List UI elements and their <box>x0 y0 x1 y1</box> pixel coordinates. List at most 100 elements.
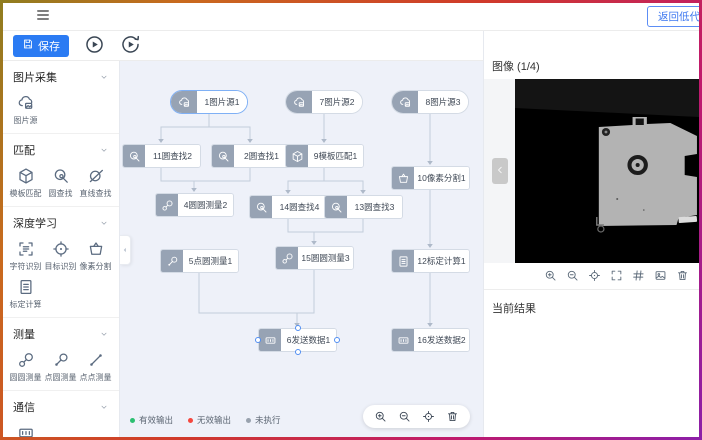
save-button[interactable]: 保存 <box>13 35 69 57</box>
preview-image[interactable] <box>515 79 699 263</box>
chev-down-icon <box>99 72 109 82</box>
node-label: 8图片源3 <box>418 91 468 113</box>
sidebar-item[interactable]: 标定计算 <box>8 278 43 310</box>
flow-node[interactable]: 5点圆测量1 <box>160 249 239 273</box>
left-column: 保存 图片采集图片源匹配模板匹配圆查找直线查找深度学习字符识别目标识别像素分割标… <box>3 31 483 437</box>
image-toolbar <box>484 263 699 290</box>
node-handle[interactable] <box>255 337 261 343</box>
section-title: 匹配 <box>13 142 35 158</box>
flow-node[interactable]: 15圆圆测量3 <box>275 246 354 270</box>
zoom-in-button[interactable] <box>374 410 387 423</box>
cloud-image-icon <box>17 94 35 112</box>
sidebar-item[interactable]: 圆查找 <box>43 167 78 199</box>
sidebar-item[interactable]: 点点测量 <box>78 351 113 383</box>
flow-node[interactable]: 4圆圆测量2 <box>155 193 234 217</box>
sidebar-section-header[interactable]: 图片采集 <box>3 64 119 88</box>
current-result-title: 当前结果 <box>484 290 699 437</box>
sidebar-item[interactable]: 直线查找 <box>78 167 113 199</box>
zoom-out-button[interactable] <box>566 269 579 282</box>
run-loop-button[interactable] <box>119 35 141 57</box>
sidebar-item[interactable]: 像素分割 <box>78 240 113 272</box>
play-icon <box>84 34 105 58</box>
ocr-icon <box>17 240 35 258</box>
flow-node[interactable]: 12标定计算1 <box>391 249 470 273</box>
flow-node[interactable]: 14圆查找4 <box>249 195 328 219</box>
fullscreen-button[interactable] <box>610 269 623 282</box>
node-label: 15圆圆测量3 <box>298 247 353 269</box>
circle-find-icon <box>250 196 272 218</box>
flow-node[interactable]: 7图片源2 <box>285 90 363 114</box>
zoom-in-button[interactable] <box>544 269 557 282</box>
chev-down-icon <box>99 218 109 228</box>
circle-find-icon <box>325 196 347 218</box>
sidebar-item[interactable]: 圆圆测量 <box>8 351 43 383</box>
image-button[interactable] <box>654 269 667 282</box>
canvas-zoom-controls <box>363 405 470 428</box>
sidebar-item[interactable]: 点圆测量 <box>43 351 78 383</box>
locate-button[interactable] <box>422 410 435 423</box>
flow-node[interactable]: 16发送数据2 <box>391 328 470 352</box>
sidebar-section: 图片采集图片源 <box>3 61 119 134</box>
flow-node[interactable]: 1图片源1 <box>170 90 248 114</box>
flow-node[interactable]: 9模板匹配1 <box>285 144 364 168</box>
flow-node[interactable]: 2圆查找1 <box>211 144 290 168</box>
sidebar-section-header[interactable]: 匹配 <box>3 137 119 161</box>
flow-node[interactable]: 6发送数据1 <box>258 328 337 352</box>
flow-node[interactable]: 13圆查找3 <box>324 195 403 219</box>
fullscreen-icon <box>610 269 623 282</box>
sidebar-section-header[interactable]: 深度学习 <box>3 210 119 234</box>
sidebar-item[interactable]: 模板匹配 <box>8 167 43 199</box>
sidebar-item-label: 字符识别 <box>10 261 42 272</box>
chevron-left-icon <box>494 164 506 179</box>
sidebar-item[interactable]: 图片源 <box>8 94 43 126</box>
node-handle[interactable] <box>334 337 340 343</box>
sidebar-item[interactable]: 字符识别 <box>8 240 43 272</box>
measure-cc-icon <box>156 194 178 216</box>
save-icon <box>22 38 34 53</box>
send-data-icon <box>392 329 414 351</box>
tool-sidebar: 图片采集图片源匹配模板匹配圆查找直线查找深度学习字符识别目标识别像素分割标定计算… <box>3 61 120 437</box>
line-find-icon <box>87 167 105 185</box>
top-bar: 返回低代 <box>3 3 699 31</box>
legend-label: 有效输出 <box>139 414 173 426</box>
sidebar-item[interactable]: 目标识别 <box>43 240 78 272</box>
back-to-lowcode-button[interactable]: 返回低代 <box>647 6 699 27</box>
run-button[interactable] <box>83 35 105 57</box>
section-title: 测量 <box>13 326 35 342</box>
locate-button[interactable] <box>588 269 601 282</box>
circle-find-icon <box>52 167 70 185</box>
trash-button[interactable] <box>446 410 459 423</box>
zoom-out-button[interactable] <box>398 410 411 423</box>
chev-down-icon <box>99 402 109 412</box>
sidebar-section-header[interactable]: 测量 <box>3 321 119 345</box>
node-label: 11圆查找2 <box>145 145 200 167</box>
section-title: 图片采集 <box>13 69 57 85</box>
flow-canvas[interactable]: 1图片源1 7图片源2 8图片源3 11圆查找2 2圆查找19模板匹配1 10像素分割1 4… <box>120 61 483 437</box>
main-area: 保存 图片采集图片源匹配模板匹配圆查找直线查找深度学习字符识别目标识别像素分割标… <box>3 31 699 437</box>
flow-node[interactable]: 8图片源3 <box>391 90 469 114</box>
section-items: 字符识别目标识别像素分割标定计算 <box>3 234 119 312</box>
chev-down-icon <box>99 145 109 155</box>
locate-icon <box>422 410 435 423</box>
prev-image-button[interactable] <box>492 158 508 184</box>
locate-icon <box>588 269 601 282</box>
grid-button[interactable] <box>632 269 645 282</box>
image-thumb-strip <box>484 79 515 263</box>
sidebar-section-header[interactable]: 通信 <box>3 394 119 418</box>
node-handle[interactable] <box>295 325 301 331</box>
flow-node[interactable]: 10像素分割1 <box>391 166 470 190</box>
trash-button[interactable] <box>676 269 689 282</box>
node-handle[interactable] <box>295 349 301 355</box>
menu-button[interactable] <box>35 7 51 26</box>
sidebar-item[interactable] <box>8 424 43 437</box>
sidebar-item-label: 标定计算 <box>10 299 42 310</box>
node-label: 5点圆测量1 <box>183 250 238 272</box>
trash-icon <box>446 410 459 423</box>
flow-node[interactable]: 11圆查找2 <box>122 144 201 168</box>
image-panel-title: 图像 (1/4) <box>484 31 699 79</box>
zoom-out-icon <box>398 410 411 423</box>
legend-label: 无效输出 <box>197 414 231 426</box>
sidebar-item-label: 目标识别 <box>45 261 77 272</box>
circle-find-icon <box>123 145 145 167</box>
sidebar-collapse-handle[interactable] <box>120 235 131 265</box>
